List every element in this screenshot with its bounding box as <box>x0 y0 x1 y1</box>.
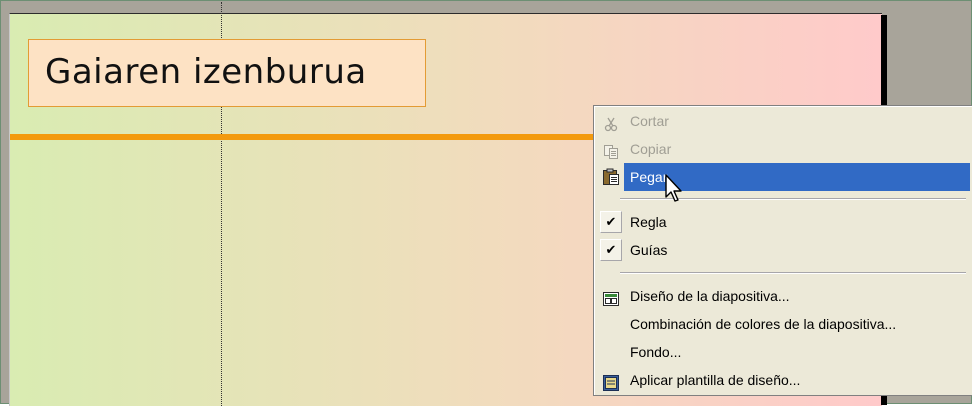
menu-item-slide-layout[interactable]: Diseño de la diapositiva... <box>596 282 970 310</box>
slide-title-text: Gaiaren izenburua <box>45 52 367 92</box>
menu-item-cut[interactable]: Cortar <box>596 107 970 135</box>
menu-item-copy[interactable]: Copiar <box>596 135 970 163</box>
copy-icon <box>603 141 619 159</box>
menu-item-apply-design-template[interactable]: Aplicar plantilla de diseño... <box>596 366 970 394</box>
design-template-icon <box>603 372 619 391</box>
menu-item-label: Diseño de la diapositiva... <box>630 288 790 304</box>
menu-item-label: Cortar <box>630 113 669 129</box>
menu-item-background[interactable]: Fondo... <box>596 338 970 366</box>
context-menu: Cortar Copiar Pegar ✔ Regla ✔ Guías Dise… <box>593 105 972 396</box>
menu-item-label: Regla <box>630 214 667 230</box>
menu-item-label: Pegar <box>630 169 668 185</box>
checkmark-icon: ✔ <box>600 211 622 233</box>
menu-item-label: Copiar <box>630 141 672 157</box>
clipboard-paste-icon <box>602 168 620 186</box>
slide-layout-icon <box>603 288 619 306</box>
menu-item-color-scheme[interactable]: Combinación de colores de la diapositiva… <box>596 310 970 338</box>
scissors-icon <box>603 113 619 132</box>
menu-separator <box>620 272 966 274</box>
menu-item-label: Aplicar plantilla de diseño... <box>630 372 801 388</box>
menu-item-label: Combinación de colores de la diapositiva… <box>630 316 897 332</box>
slide-title-placeholder[interactable]: Gaiaren izenburua <box>28 39 426 107</box>
menu-item-ruler[interactable]: ✔ Regla <box>596 208 970 236</box>
title-underline-accent <box>10 134 600 140</box>
menu-item-guides[interactable]: ✔ Guías <box>596 236 970 264</box>
menu-item-label: Guías <box>630 242 668 258</box>
mouse-pointer-icon <box>664 173 688 205</box>
checkmark-icon: ✔ <box>600 239 622 261</box>
powerpoint-editing-area: Gaiaren izenburua Cortar Copiar Pegar ✔ … <box>0 0 972 406</box>
menu-item-label: Fondo... <box>630 344 682 360</box>
